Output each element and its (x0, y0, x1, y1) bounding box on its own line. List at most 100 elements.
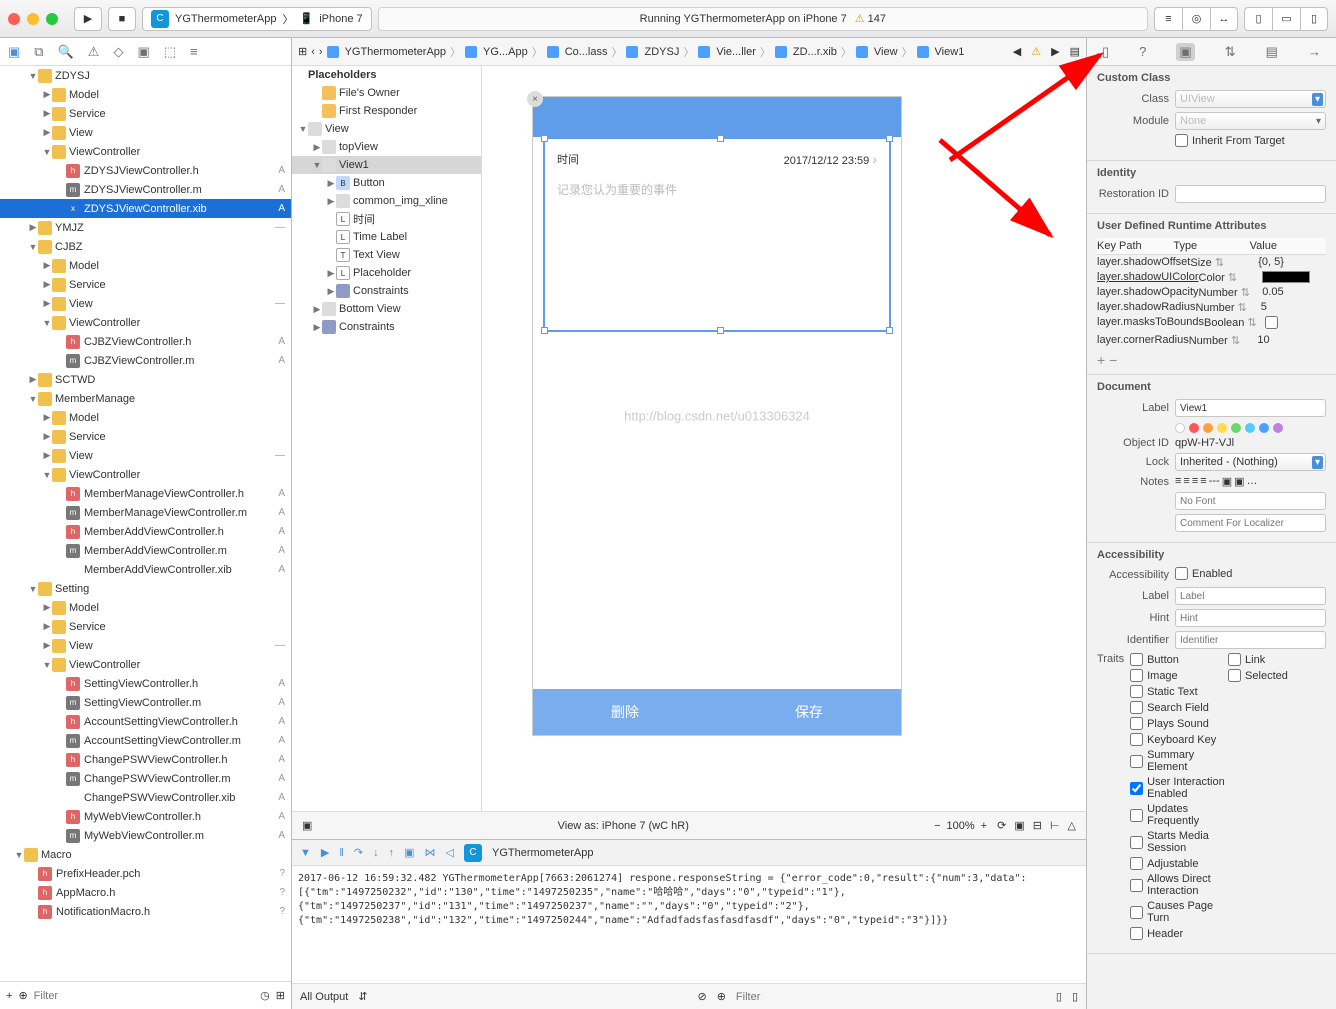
file-inspector-icon[interactable]: ▯ (1102, 44, 1109, 60)
tree-row[interactable]: xChangePSWViewController.xibA (0, 788, 291, 807)
trait-checkbox[interactable]: Causes Page Turn (1130, 900, 1228, 924)
tree-row[interactable]: ▶View— (0, 446, 291, 465)
identity-inspector-icon[interactable]: ▣ (1176, 43, 1194, 61)
jump-segment[interactable]: ZD...r.xib (775, 46, 837, 58)
acc-enabled-checkbox[interactable]: Enabled (1175, 567, 1232, 580)
back-button[interactable]: ‹ (311, 46, 315, 58)
zoom-in-button[interactable]: + (981, 820, 987, 832)
placeholder-label[interactable]: 记录您认为重要的事件 (557, 181, 877, 198)
assistant-editor-button[interactable]: ◎ (1182, 7, 1210, 31)
tree-row[interactable]: xMemberAddViewController.xibA (0, 560, 291, 579)
outline-row[interactable]: First Responder (292, 102, 481, 120)
tree-row[interactable]: ▼MemberManage (0, 389, 291, 408)
tree-row[interactable]: mZDYSJViewController.mA (0, 180, 291, 199)
location-icon[interactable]: ◁ (446, 846, 454, 859)
project-nav-icon[interactable]: ▣ (8, 44, 20, 60)
trait-checkbox[interactable]: Image (1130, 669, 1228, 682)
trait-checkbox[interactable]: Search Field (1130, 701, 1228, 714)
tree-row[interactable]: ▶View— (0, 636, 291, 655)
tree-row[interactable]: mMemberAddViewController.mA (0, 541, 291, 560)
runtime-table[interactable]: Key PathTypeValuelayer.shadowOffsetSize … (1097, 238, 1326, 348)
help-inspector-icon[interactable]: ? (1139, 44, 1146, 59)
jump-segment[interactable]: YG...App (465, 46, 528, 58)
runtime-row[interactable]: layer.shadowOpacityNumber ⇅0.05 (1097, 285, 1326, 300)
variables-pane-icon[interactable]: ▯ (1056, 990, 1062, 1003)
console-pane-icon[interactable]: ▯ (1072, 990, 1078, 1003)
tree-row[interactable]: hChangePSWViewController.hA (0, 750, 291, 769)
tree-row[interactable]: hNotificationMacro.h? (0, 902, 291, 921)
toggle-inspector-button[interactable]: ▯ (1300, 7, 1328, 31)
step-over-icon[interactable]: ↷ (354, 846, 363, 859)
acc-id-field[interactable] (1175, 631, 1326, 649)
tree-row[interactable]: hZDYSJViewController.hA (0, 161, 291, 180)
doc-label-field[interactable] (1175, 399, 1326, 417)
outline-row[interactable]: ▶common_img_xline (292, 192, 481, 210)
minimize-button[interactable] (27, 13, 39, 25)
connections-inspector-icon[interactable]: → (1308, 44, 1321, 59)
outline-row[interactable]: File's Owner (292, 84, 481, 102)
project-tree[interactable]: ▼ZDYSJ▶Model▶Service▶View▼ViewController… (0, 66, 291, 981)
tree-row[interactable]: hMemberManageViewController.hA (0, 484, 291, 503)
font-field[interactable] (1175, 492, 1326, 510)
runtime-row[interactable]: layer.masksToBoundsBoolean ⇅ (1097, 315, 1326, 333)
tree-row[interactable]: ▶Model (0, 408, 291, 427)
issue-nav-icon[interactable]: ⚠ (88, 44, 100, 60)
tree-row[interactable]: hAppMacro.h? (0, 883, 291, 902)
jump-segment[interactable]: View (856, 46, 898, 58)
embed-icon[interactable]: ▣ (1014, 819, 1024, 832)
tree-row[interactable]: mCJBZViewController.mA (0, 351, 291, 370)
tree-row[interactable]: ▼CJBZ (0, 237, 291, 256)
inherit-checkbox[interactable]: Inherit From Target (1175, 134, 1285, 147)
outline-row[interactable]: TText View (292, 246, 481, 264)
trait-checkbox[interactable]: Link (1228, 653, 1326, 666)
tree-row[interactable]: ▶Service (0, 427, 291, 446)
clock-icon[interactable]: ◷ (260, 989, 270, 1002)
jump-segment[interactable]: View1 (917, 46, 965, 58)
outline-row[interactable]: ▼View (292, 120, 481, 138)
jump-segment[interactable]: Vie...ller (698, 46, 756, 58)
module-field[interactable]: None (1175, 112, 1326, 130)
delete-button[interactable]: 删除 (533, 689, 717, 735)
outline-toggle-icon[interactable]: ▣ (302, 819, 312, 832)
tree-row[interactable]: ▶View— (0, 294, 291, 313)
symbol-nav-icon[interactable]: ⧉ (34, 44, 43, 60)
document-outline[interactable]: PlaceholdersFile's OwnerFirst Responder▼… (292, 66, 482, 811)
tree-row[interactable]: hSettingViewController.hA (0, 674, 291, 693)
view1[interactable]: 时间 2017/12/12 23:59 › 记录您认为重要的事件 (543, 137, 891, 332)
trait-checkbox[interactable]: Keyboard Key (1130, 733, 1228, 746)
trait-checkbox[interactable]: Button (1130, 653, 1228, 666)
trait-checkbox[interactable]: Static Text (1130, 685, 1228, 698)
tree-row[interactable]: ▶Service (0, 275, 291, 294)
resize-handle[interactable] (717, 135, 724, 142)
memory-graph-icon[interactable]: ⋈ (425, 846, 436, 859)
label-colors[interactable] (1175, 423, 1283, 433)
process-name[interactable]: YGThermometerApp (492, 847, 593, 859)
tree-row[interactable]: ▼ViewController (0, 142, 291, 161)
run-button[interactable]: ▶ (74, 7, 102, 31)
acc-label-field[interactable] (1175, 587, 1326, 605)
resize-handle[interactable] (717, 327, 724, 334)
find-nav-icon[interactable]: 🔍 (58, 44, 74, 60)
clear-icon[interactable]: ⊘ (697, 990, 706, 1003)
pin-icon[interactable]: ⊢ (1050, 819, 1060, 832)
trait-checkbox[interactable]: Selected (1228, 669, 1326, 682)
resize-handle[interactable] (886, 327, 893, 334)
continue-icon[interactable]: ‖ (339, 847, 344, 859)
tree-row[interactable]: mChangePSWViewController.mA (0, 769, 291, 788)
toggle-debug-button[interactable]: ▭ (1272, 7, 1300, 31)
add-icon[interactable]: + (6, 990, 12, 1002)
resize-handle[interactable] (541, 135, 548, 142)
resize-handle[interactable] (541, 327, 548, 334)
add-remove-buttons[interactable]: + − (1097, 352, 1326, 368)
trait-checkbox[interactable]: Starts Media Session (1130, 830, 1228, 854)
tree-row[interactable]: ▼ViewController (0, 313, 291, 332)
tree-row[interactable]: ▼ViewController (0, 655, 291, 674)
runtime-row[interactable]: layer.shadowOffsetSize ⇅{0, 5} (1097, 255, 1326, 270)
zoom-button[interactable] (46, 13, 58, 25)
class-field[interactable]: UIView (1175, 90, 1326, 108)
lock-select[interactable]: Inherited - (Nothing) (1175, 453, 1326, 471)
ib-canvas[interactable]: × 时间 2017/12/12 23:59 › 记录您认为重要的事件 http:… (482, 66, 1086, 811)
prev-issue-icon[interactable]: ◀ (1013, 45, 1021, 58)
version-editor-button[interactable]: ↔ (1210, 7, 1238, 31)
console-filter-input[interactable] (736, 991, 1046, 1003)
